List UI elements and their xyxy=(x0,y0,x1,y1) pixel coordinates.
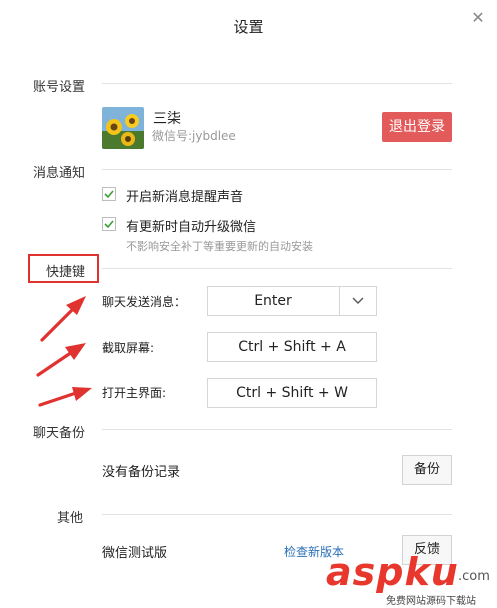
version-label: 微信测试版 xyxy=(102,546,168,561)
arrow-icon xyxy=(38,391,78,407)
arrow-icon xyxy=(36,350,74,377)
backup-status: 没有备份记录 xyxy=(102,465,181,480)
section-label-backup: 聊天备份 xyxy=(33,426,86,441)
section-label-other: 其他 xyxy=(57,511,84,526)
divider xyxy=(102,514,452,515)
watermark-suffix: .com xyxy=(458,569,490,584)
divider xyxy=(102,429,452,430)
watermark-logo: aspku xyxy=(326,550,459,594)
backup-button[interactable]: 备份 xyxy=(402,455,452,485)
watermark-caption: 免费网站源码下载站 xyxy=(386,596,476,607)
arrow-icon xyxy=(72,387,92,401)
arrow-icon xyxy=(40,306,76,342)
arrow-icon xyxy=(65,343,86,360)
